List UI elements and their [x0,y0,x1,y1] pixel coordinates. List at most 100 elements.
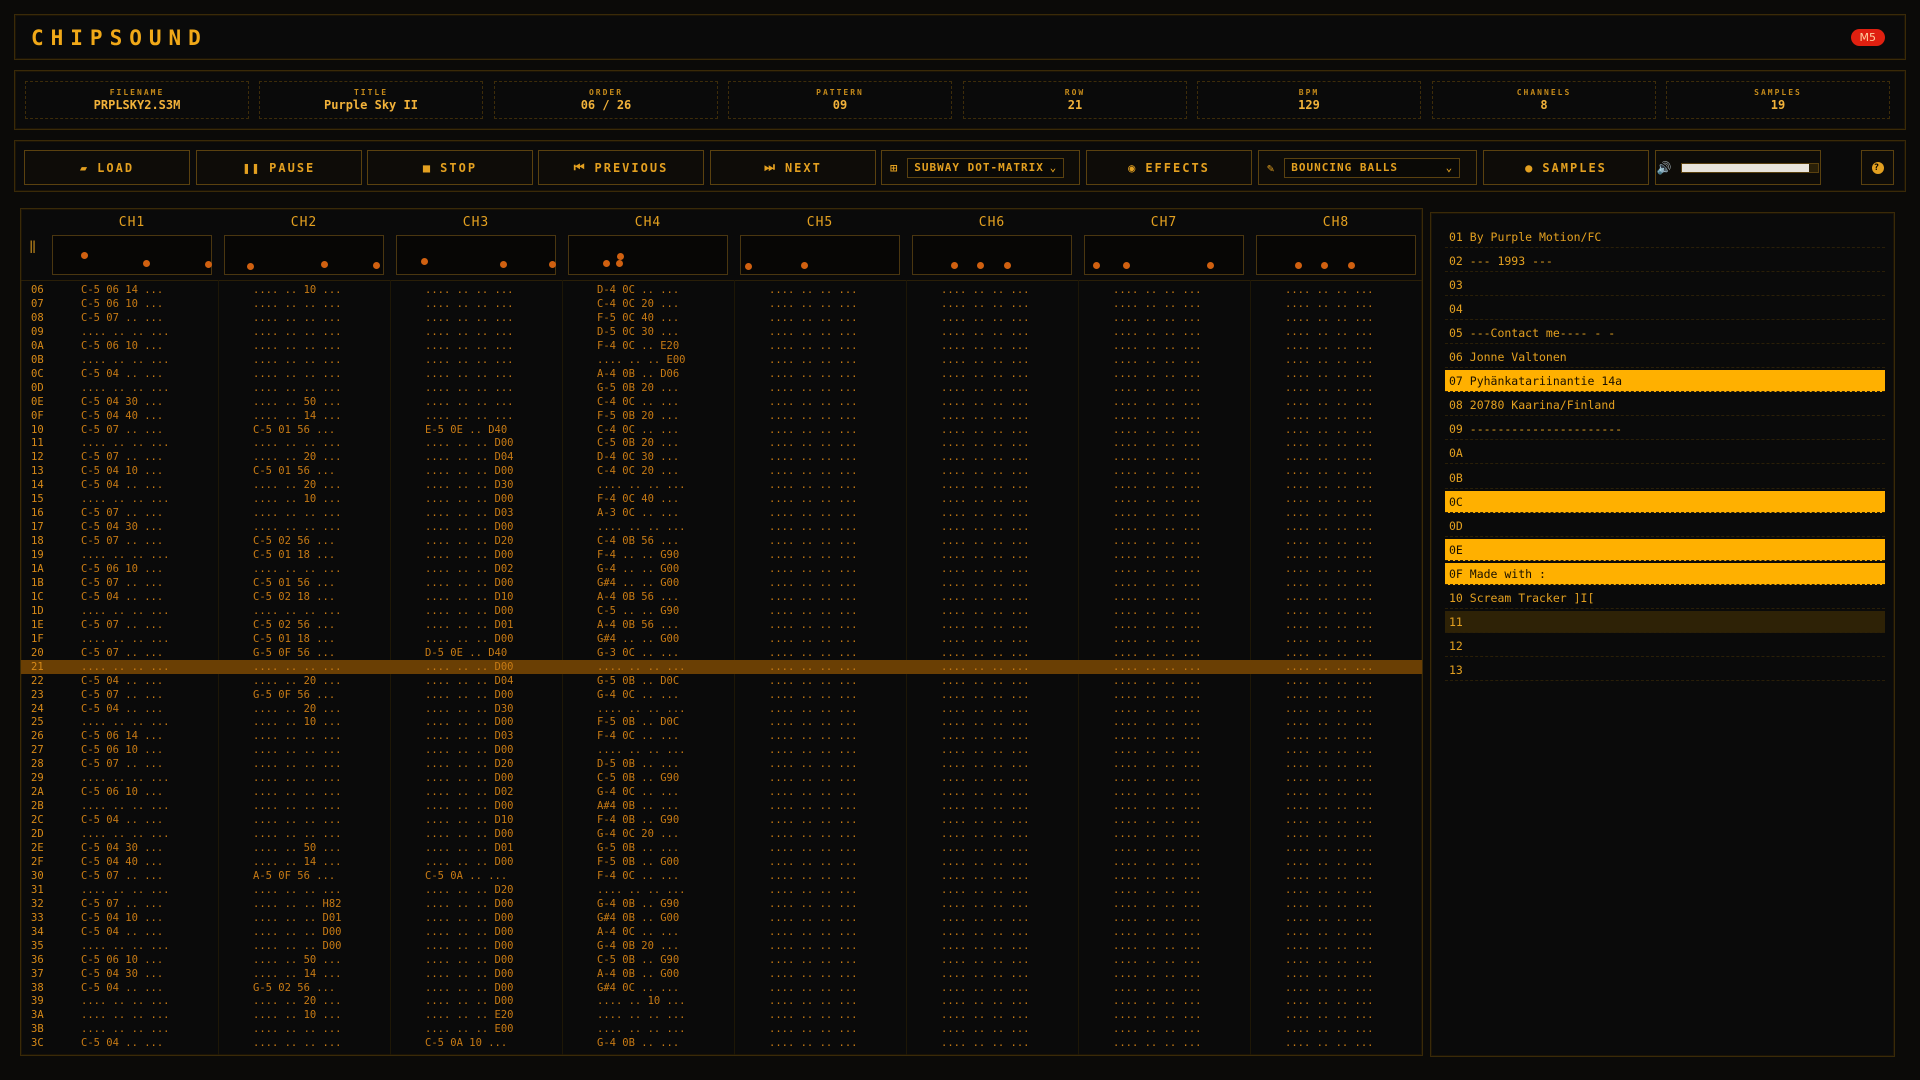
effects-button[interactable]: ◉ EFFECTS [1086,150,1252,185]
pattern-cell-ch5: .... .. .. ... [769,284,858,296]
visualizer-select[interactable]: BOUNCING BALLS ⌄ [1284,157,1461,178]
sample-list-item[interactable]: 0F Made with : [1445,562,1885,585]
pattern-row[interactable]: 20 C-5 07 .. ... G-5 0F 56 ... D-5 0E .. D4… [21,646,1422,660]
pattern-row[interactable]: 2F C-5 04 40 ... .... .. 14 ... .... .. .. … [21,855,1422,869]
next-button[interactable]: ⏭ NEXT [710,150,876,185]
pattern-row[interactable]: 2E C-5 04 30 ... .... .. 50 ... .... .. .. … [21,841,1422,855]
pattern-row[interactable]: 17 C-5 04 30 ... .... .. .. ... .... .. .. … [21,520,1422,534]
pattern-row[interactable]: 33 C-5 04 10 ... .... .. .. D01 .... .. .. … [21,911,1422,925]
pattern-row[interactable]: 34 C-5 04 .. ... .... .. .. D00 .... .. .. … [21,925,1422,939]
pattern-row[interactable]: 25 .... .. .. ... .... .. 10 ... .... .. ..… [21,715,1422,729]
pattern-row[interactable]: 22 C-5 04 .. ... .... .. 20 ... .... .. .. … [21,674,1422,688]
pattern-row[interactable]: 1C C-5 04 .. ... C-5 02 18 ... .... .. .. D… [21,590,1422,604]
channel-header-3[interactable]: CH3 [396,215,556,230]
pattern-row[interactable]: 31 .... .. .. ... .... .. .. ... .... .. ..… [21,883,1422,897]
pattern-row[interactable]: 2B .... .. .. ... .... .. .. ... .... .. ..… [21,799,1422,813]
pause-button[interactable]: ❚❚ PAUSE [196,150,362,185]
pattern-row[interactable]: 11 .... .. .. ... .... .. .. ... .... .. ..… [21,436,1422,450]
pattern-cell-ch4: .... .. .. E00 [597,353,686,366]
stop-button[interactable]: ■ STOP [367,150,533,185]
sample-list-item[interactable]: 0D [1445,515,1885,537]
pattern-row[interactable]: 27 C-5 06 10 ... .... .. .. ... .... .. .. … [21,743,1422,757]
pattern-row[interactable]: 1A C-5 06 10 ... .... .. .. ... .... .. .. … [21,562,1422,576]
pattern-row[interactable]: 18 C-5 07 .. ... C-5 02 56 ... .... .. .. D… [21,534,1422,548]
channel-header-4[interactable]: CH4 [568,215,728,230]
channel-header-6[interactable]: CH6 [912,215,1072,230]
samples-button[interactable]: ● SAMPLES [1483,150,1649,185]
sample-list-item[interactable]: 13 [1445,659,1885,681]
sample-list-item[interactable]: 07 Pyhänkatariinantie 14a [1445,370,1885,393]
pause-indicator-icon[interactable]: ‖ [29,239,36,253]
pattern-row[interactable]: 37 C-5 04 30 ... .... .. 14 ... .... .. .. … [21,967,1422,981]
help-button[interactable]: ? [1861,150,1894,185]
channel-header-7[interactable]: CH7 [1084,215,1244,230]
load-button[interactable]: ▰ LOAD [24,150,190,185]
pattern-row[interactable]: 39 .... .. .. ... .... .. 20 ... .... .. ..… [21,994,1422,1008]
pattern-row[interactable]: 0D .... .. .. ... .... .. .. ... .... .. ..… [21,381,1422,395]
pattern-row[interactable]: 38 C-5 04 .. ... G-5 02 56 ... .... .. .. D… [21,981,1422,995]
pattern-row[interactable]: 1E C-5 07 .. ... C-5 02 56 ... .... .. .. D… [21,618,1422,632]
previous-button[interactable]: ⏮ PREVIOUS [538,150,704,185]
pattern-row[interactable]: 3B .... .. .. ... .... .. .. ... .... .. ..… [21,1022,1422,1036]
pattern-row[interactable]: 2C C-5 04 .. ... .... .. .. ... .... .. .. … [21,813,1422,827]
pattern-row[interactable]: 0C C-5 04 .. ... .... .. .. ... .... .. .. … [21,367,1422,381]
row-number: 2B [31,800,44,813]
pattern-row[interactable]: 28 C-5 07 .. ... .... .. .. ... .... .. .. … [21,757,1422,771]
pattern-row[interactable]: 30 C-5 07 .. ... A-5 0F 56 ... C-5 0A .. ..… [21,869,1422,883]
sample-list-item[interactable]: 12 [1445,635,1885,657]
pattern-row[interactable]: 1F .... .. .. ... C-5 01 18 ... .... .. .. … [21,632,1422,646]
pattern-row[interactable]: 2D .... .. .. ... .... .. .. ... .... .. ..… [21,827,1422,841]
pattern-row[interactable]: 1D .... .. .. ... .... .. .. ... .... .. ..… [21,604,1422,618]
sample-list-item[interactable]: 09 ---------------------- [1445,418,1885,441]
pattern-row[interactable]: 12 C-5 07 .. ... .... .. 20 ... .... .. .. … [21,450,1422,464]
pattern-row[interactable]: 2A C-5 06 10 ... .... .. .. ... .... .. .. … [21,785,1422,799]
pattern-row[interactable]: 3A .... .. .. ... .... .. 10 ... .... .. ..… [21,1008,1422,1022]
sample-list-item[interactable]: 04 [1445,298,1885,321]
pattern-row[interactable]: 32 C-5 07 .. ... .... .. .. H82 .... .. .. … [21,897,1422,911]
pattern-row[interactable]: 19 .... .. .. ... C-5 01 18 ... .... .. .. … [21,548,1422,562]
pattern-cell-ch6: .... .. .. ... [941,842,1030,854]
pattern-row[interactable]: 29 .... .. .. ... .... .. .. ... .... .. ..… [21,771,1422,785]
pattern-row[interactable]: 0B .... .. .. ... .... .. .. ... .... .. ..… [21,353,1422,367]
pattern-row[interactable]: 0F C-5 04 40 ... .... .. 14 ... .... .. .. … [21,409,1422,423]
sample-list-item[interactable]: 11 [1445,610,1885,633]
pattern-row[interactable]: 13 C-5 04 10 ... C-5 01 56 ... .... .. .. D… [21,464,1422,478]
pattern-row[interactable]: 15 .... .. .. ... .... .. 10 ... .... .. ..… [21,492,1422,506]
sample-list-item[interactable]: 08 20780 Kaarina/Finland [1445,394,1885,417]
pattern-row[interactable]: 10 C-5 07 .. ... C-5 01 56 ... E-5 0E .. D4… [21,423,1422,437]
sample-list-item[interactable]: 0E [1445,538,1885,561]
pattern-row[interactable]: 09 .... .. .. ... .... .. .. ... .... .. ..… [21,325,1422,339]
sample-list-item[interactable]: 06 Jonne Valtonen [1445,346,1885,369]
volume-slider[interactable] [1681,162,1820,173]
pattern-row[interactable]: 1B C-5 07 .. ... C-5 01 56 ... .... .. .. D… [21,576,1422,590]
pattern-row[interactable]: 35 .... .. .. ... .... .. .. D00 .... .. ..… [21,939,1422,953]
sample-list-item[interactable]: 10 Scream Tracker ]I[ [1445,587,1885,609]
pattern-row[interactable]: 0E C-5 04 30 ... .... .. 50 ... .... .. .. … [21,395,1422,409]
info-value: 09 [832,98,848,112]
pattern-row[interactable]: 0A C-5 06 10 ... .... .. .. ... .... .. .. … [21,339,1422,353]
pattern-row[interactable]: 14 C-5 04 .. ... .... .. 20 ... .... .. .. … [21,478,1422,492]
pattern-row[interactable]: 23 C-5 07 .. ... G-5 0F 56 ... .... .. .. D… [21,688,1422,702]
pattern-row[interactable]: 3C C-5 04 .. ... .... .. .. ... C-5 0A 10 .… [21,1036,1422,1050]
pattern-row[interactable]: 07 C-5 06 10 ... .... .. .. ... .... .. .. … [21,297,1422,311]
sample-list-item[interactable]: 0C [1445,490,1885,513]
pattern-row-current[interactable]: 21 .... .. .. ... .... .. .. ... .... .. ..… [21,659,1422,674]
pattern-row[interactable]: 24 C-5 04 .. ... .... .. 20 ... .... .. .. … [21,702,1422,716]
pattern-row[interactable]: 06 C-5 06 14 ... .... .. 10 ... .... .. .. … [21,283,1422,297]
sample-list-item[interactable]: 01 By Purple Motion/FC [1445,226,1885,248]
sample-list-item[interactable]: 03 [1445,274,1885,297]
status-badge[interactable]: M5 [1850,29,1885,46]
channel-header-8[interactable]: CH8 [1256,215,1416,230]
pattern-row[interactable]: 36 C-5 06 10 ... .... .. 50 ... .... .. .. … [21,953,1422,967]
pattern-row[interactable]: 08 C-5 07 .. ... .... .. .. ... .... .. .. … [21,311,1422,325]
channel-header-2[interactable]: CH2 [224,215,384,230]
display-mode-select[interactable]: SUBWAY DOT-MATRIX ⌄ [907,157,1065,178]
pattern-row[interactable]: 26 C-5 06 14 ... .... .. .. ... .... .. .. … [21,729,1422,743]
sample-list-item[interactable]: 02 --- 1993 --- [1445,250,1885,273]
channel-header-1[interactable]: CH1 [52,215,212,230]
pattern-row[interactable]: 16 C-5 07 .. ... .... .. .. ... .... .. .. … [21,506,1422,520]
channel-header-5[interactable]: CH5 [740,215,900,230]
sample-list-item[interactable]: 05 ---Contact me---- - - [1445,322,1885,345]
sample-list-item[interactable]: 0A [1445,442,1885,465]
sample-list-item[interactable]: 0B [1445,467,1885,489]
